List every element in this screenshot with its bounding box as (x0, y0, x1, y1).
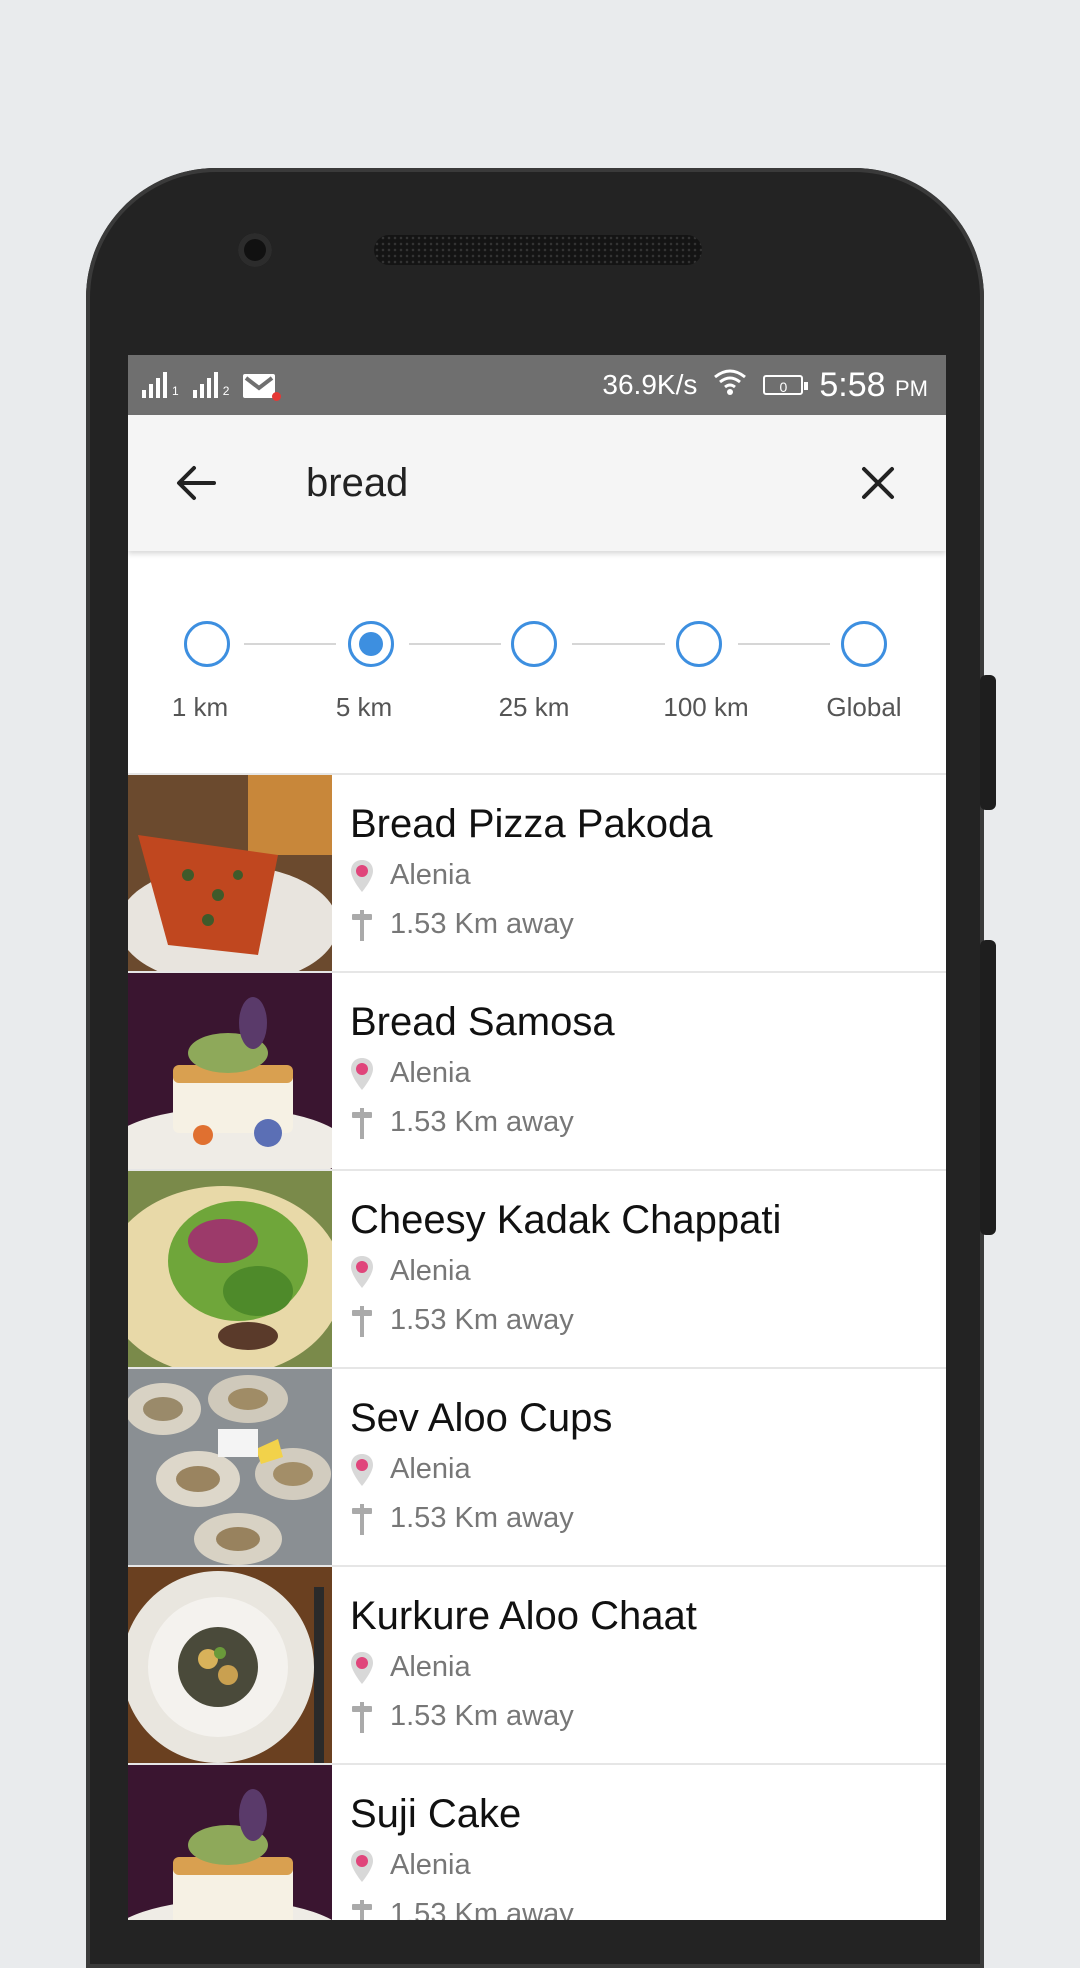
signpost-icon (352, 1305, 372, 1337)
battery-icon: 0 (763, 375, 809, 395)
item-title: Bread Pizza Pakoda (350, 802, 713, 846)
radius-connector (409, 643, 501, 645)
item-distance: 1.53 Km away (350, 1494, 612, 1543)
list-item[interactable]: Bread Pizza Pakoda Alenia 1.53 Km away (128, 775, 946, 973)
item-location: Alenia (350, 851, 712, 900)
item-title: Suji Cake (350, 1792, 522, 1836)
signal-icon: 2 (192, 372, 229, 398)
item-distance: 1.53 Km away (350, 1098, 615, 1147)
item-title: Cheesy Kadak Chappati (350, 1198, 782, 1242)
back-button[interactable] (166, 453, 226, 513)
location-pin-icon (351, 1651, 373, 1684)
search-input[interactable]: bread (306, 461, 848, 506)
location-pin-icon (351, 1057, 373, 1090)
radius-option-100km[interactable] (676, 621, 722, 667)
location-pin-icon (351, 1255, 373, 1288)
list-item[interactable]: Bread Samosa Alenia 1.53 Km away (128, 973, 946, 1171)
item-title: Sev Aloo Cups (350, 1396, 613, 1440)
food-thumbnail (128, 973, 332, 1169)
front-camera (238, 233, 272, 267)
list-item[interactable]: Kurkure Aloo Chaat Alenia 1.53 Km away (128, 1567, 946, 1765)
food-thumbnail (128, 1765, 332, 1920)
signpost-icon (352, 1899, 372, 1920)
food-thumbnail (128, 775, 332, 971)
item-distance: 1.53 Km away (350, 1296, 781, 1345)
arrow-left-icon (177, 466, 216, 500)
volume-button (980, 940, 996, 1235)
clock: 5:58 PM (819, 365, 928, 404)
power-button (980, 675, 996, 810)
item-location: Alenia (350, 1049, 615, 1098)
radius-connector (244, 643, 336, 645)
item-distance: 1.53 Km away (350, 900, 712, 949)
network-speed: 36.9K/s (602, 369, 698, 400)
item-title: Kurkure Aloo Chaat (350, 1594, 697, 1638)
item-location: Alenia (350, 1247, 781, 1296)
radius-connector (738, 643, 830, 645)
clear-search-button[interactable] (848, 453, 908, 513)
item-location: Alenia (350, 1445, 612, 1494)
gmail-icon (243, 373, 282, 401)
wifi-icon (713, 368, 747, 403)
location-pin-icon (351, 1453, 373, 1486)
search-bar: bread (128, 415, 946, 551)
status-bar: 1 2 36.9K/s 0 5:58 PM (128, 355, 946, 415)
radius-option-global[interactable] (841, 621, 887, 667)
radius-option-1km[interactable] (184, 621, 230, 667)
list-item[interactable]: Cheesy Kadak Chappati Alenia 1.53 Km awa… (128, 1171, 946, 1369)
radius-label: 25 km (498, 692, 570, 722)
food-thumbnail (128, 1567, 332, 1763)
item-distance: 1.53 Km away (350, 1692, 697, 1741)
item-title: Bread Samosa (350, 1000, 615, 1044)
item-distance: 1.53 Km away (350, 1890, 574, 1920)
radius-label: 5 km (335, 692, 393, 722)
close-icon (862, 467, 894, 499)
signpost-icon (352, 1107, 372, 1139)
list-item[interactable]: Suji Cake Alenia 1.53 Km away (128, 1765, 946, 1920)
radius-label: 1 km (171, 692, 229, 722)
radius-option-25km[interactable] (511, 621, 557, 667)
radius-connector (572, 643, 665, 645)
radius-label: Global (826, 692, 902, 722)
radius-selector: 1 km 5 km 25 km 100 km Global (128, 551, 946, 775)
food-thumbnail (128, 1171, 332, 1367)
item-location: Alenia (350, 1841, 574, 1890)
location-pin-icon (351, 859, 373, 892)
app-screen: 1 2 36.9K/s 0 5:58 PM bread 1 km 5 km 25… (128, 355, 946, 1920)
location-pin-icon (351, 1849, 373, 1882)
item-location: Alenia (350, 1643, 697, 1692)
earpiece-speaker (374, 235, 702, 265)
signal-icon: 1 (142, 372, 179, 398)
food-thumbnail (128, 1369, 332, 1565)
signpost-icon (352, 909, 372, 941)
signpost-icon (352, 1701, 372, 1733)
signpost-icon (352, 1503, 372, 1535)
radius-option-5km[interactable] (348, 621, 394, 667)
list-item[interactable]: Sev Aloo Cups Alenia 1.53 Km away (128, 1369, 946, 1567)
radius-label: 100 km (663, 692, 749, 722)
results-list: Bread Pizza Pakoda Alenia 1.53 Km away B… (128, 775, 946, 1920)
